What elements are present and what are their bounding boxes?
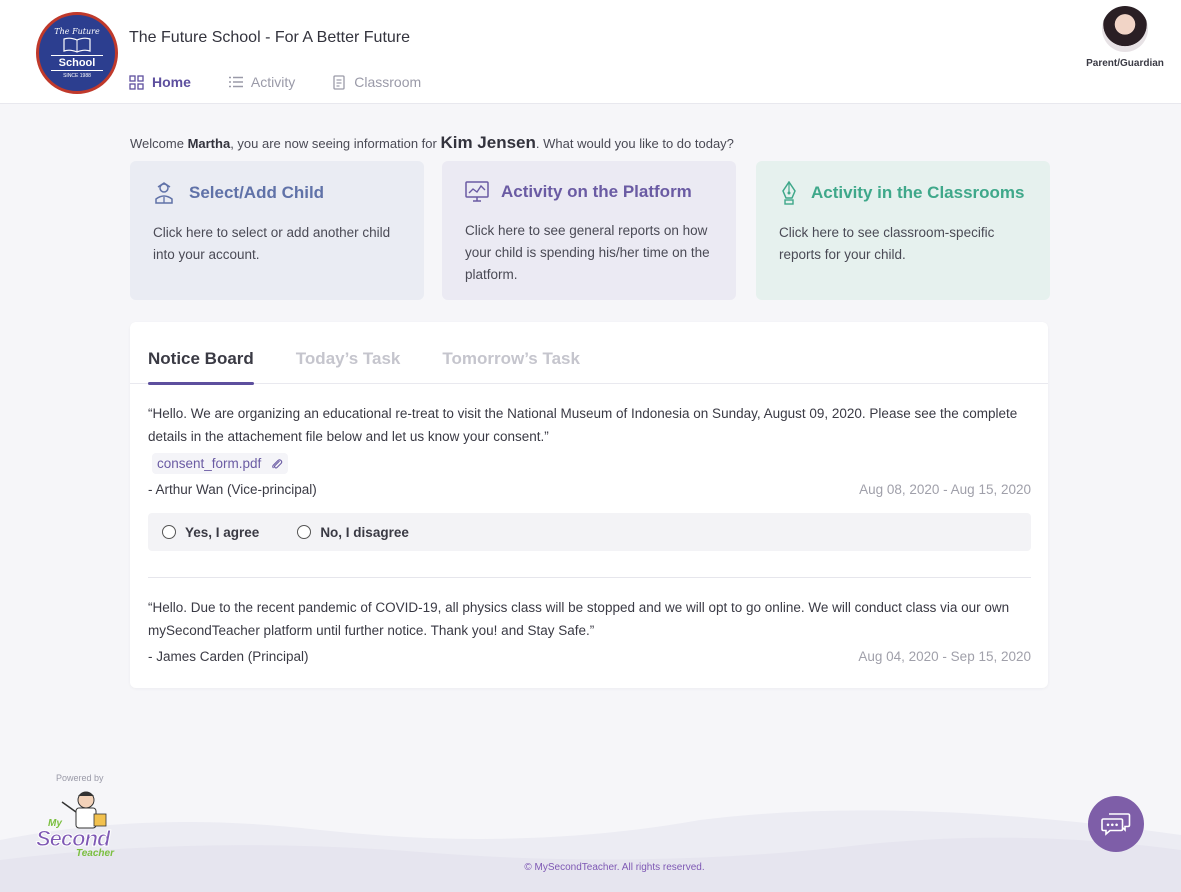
welcome-user: Martha [187, 136, 231, 151]
footer-wave [0, 810, 1181, 892]
divider [148, 577, 1031, 578]
radio-circle[interactable] [297, 525, 312, 539]
notice-message: “Hello. We are organizing an educational… [148, 406, 1018, 444]
radio-disagree-label: No, I disagree [320, 524, 409, 540]
nav-activity-label: Activity [250, 74, 296, 90]
profile-role: Parent/Guardian [1086, 58, 1164, 69]
avatar[interactable] [1102, 6, 1148, 52]
welcome-middle: , you are now seeing information for [230, 136, 441, 151]
card-description: Click here to see general reports on how… [465, 223, 710, 282]
paperclip-icon [272, 458, 283, 469]
notebook-icon [333, 74, 345, 90]
notice-author: - James Carden (Principal) [148, 649, 309, 664]
consent-options: Yes, I agree No, I disagree [148, 513, 1031, 551]
card-description: Click here to select or add another chil… [153, 225, 391, 262]
main-nav: Home Activity Classroom [129, 72, 459, 92]
page-title: The Future School - For A Better Future [129, 29, 411, 46]
school-logo[interactable]: The Future School SINCE 1988 [36, 12, 118, 94]
notice-item: “Hello. We are organizing an educational… [148, 402, 1031, 551]
notice-meta: - Arthur Wan (Vice-principal) Aug 08, 20… [148, 482, 1031, 497]
welcome-suffix: . What would you like to do today? [535, 136, 734, 151]
radio-agree[interactable]: Yes, I agree [162, 525, 259, 540]
book-icon [63, 37, 91, 53]
copyright: © MySecondTeacher. All rights reserved. [524, 862, 705, 873]
nav-home[interactable]: Home [129, 72, 191, 92]
radio-disagree[interactable]: No, I disagree [297, 525, 409, 540]
select-add-child-card[interactable]: Select/Add Child Click here to select or… [130, 161, 424, 300]
child-icon [155, 182, 173, 204]
chat-bubbles-icon [1101, 813, 1131, 836]
notice-dates: Aug 04, 2020 - Sep 15, 2020 [858, 649, 1031, 664]
grid-icon [129, 74, 144, 90]
monitor-chart-icon [465, 181, 489, 202]
nav-activity[interactable]: Activity [228, 72, 296, 92]
header: The Future School SINCE 1988 The Future … [0, 0, 1181, 104]
school-logo-since: SINCE 1988 [63, 73, 91, 79]
radio-circle[interactable] [162, 525, 176, 539]
notice-author: - Arthur Wan (Vice-principal) [148, 482, 317, 497]
notice-meta: - James Carden (Principal) Aug 04, 2020 … [148, 649, 1031, 664]
card-title: Activity in the Classrooms [811, 183, 1025, 202]
welcome-prefix: Welcome [130, 136, 188, 151]
school-logo-name: School [50, 55, 104, 71]
card-title: Select/Add Child [189, 183, 325, 202]
nav-classroom[interactable]: Classroom [333, 72, 421, 92]
welcome-message: Welcome Martha, you are now seeing infor… [130, 133, 734, 153]
nav-home-label: Home [152, 74, 191, 90]
notice-dates: Aug 08, 2020 - Aug 15, 2020 [859, 482, 1031, 497]
activity-classrooms-card[interactable]: Activity in the Classrooms Click here to… [756, 161, 1050, 300]
notice-message: “Hello. Due to the recent pandemic of CO… [148, 600, 1010, 638]
chat-button[interactable] [1088, 796, 1144, 852]
attachment-filename: consent_form.pdf [157, 456, 262, 471]
notice-panel: Notice Board Today’s Task Tomorrow’s Tas… [130, 322, 1048, 688]
powered-by-label: Powered by [56, 773, 104, 783]
tab-todays-task[interactable]: Today’s Task [296, 322, 401, 384]
tab-tomorrows-task[interactable]: Tomorrow’s Task [442, 322, 580, 384]
pen-nib-icon [782, 181, 796, 205]
tab-bar: Notice Board Today’s Task Tomorrow’s Tas… [130, 322, 1048, 385]
tab-notice-board[interactable]: Notice Board [148, 322, 254, 385]
nav-classroom-label: Classroom [354, 74, 422, 90]
radio-agree-label: Yes, I agree [185, 524, 260, 540]
list-icon [228, 76, 243, 88]
card-description: Click here to see classroom-specific rep… [779, 225, 995, 262]
welcome-child: Kim Jensen [440, 133, 536, 152]
school-logo-top-text: The Future [54, 27, 100, 36]
brand-line3: Teacher [76, 848, 114, 859]
notice-item: “Hello. Due to the recent pandemic of CO… [148, 596, 1031, 664]
profile-menu[interactable]: Parent/Guardian [1084, 6, 1166, 69]
activity-platform-card[interactable]: Activity on the Platform Click here to s… [442, 161, 736, 300]
card-title: Activity on the Platform [501, 182, 692, 201]
attachment-link[interactable]: consent_form.pdf [152, 453, 289, 474]
